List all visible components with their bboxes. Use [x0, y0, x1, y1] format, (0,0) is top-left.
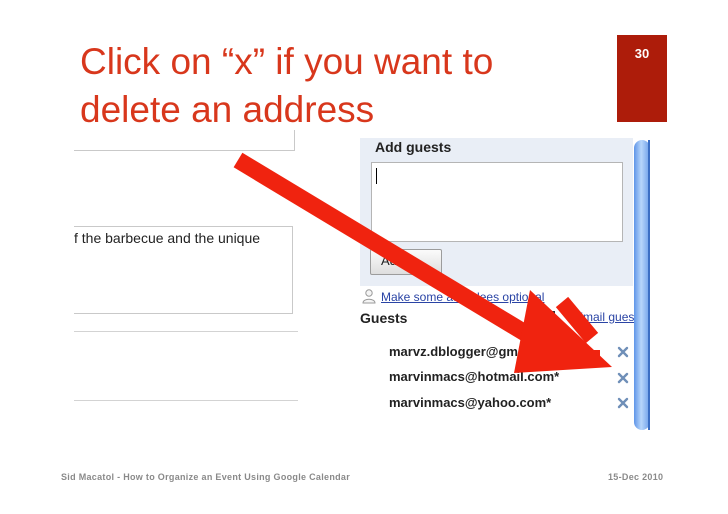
footer-left: Sid Macatol - How to Organize an Event U… — [61, 472, 351, 482]
description-text: f the barbecue and the unique — [74, 230, 261, 246]
event-field-top[interactable] — [74, 130, 295, 151]
add-guest-button-label: Add — [381, 253, 405, 268]
remove-guest-icon[interactable] — [617, 372, 629, 384]
text-caret — [376, 168, 377, 184]
add-guests-label: Add guests — [375, 139, 452, 155]
guest-email: marvinmacs@hotmail.com* — [389, 369, 560, 384]
add-guests-input[interactable] — [371, 162, 623, 242]
envelope-icon[interactable] — [539, 311, 555, 323]
divider — [74, 400, 298, 401]
guests-heading: Guests — [360, 310, 408, 326]
slide-title-line-2: delete an address — [80, 89, 375, 130]
person-icon — [362, 289, 376, 304]
remove-guest-icon[interactable] — [617, 397, 629, 409]
page-number: 30 — [634, 46, 650, 61]
guest-email: marvinmacs@yahoo.com* — [389, 395, 552, 410]
divider — [74, 331, 298, 332]
guest-email: marvz.dblogger@gmail.com — [389, 344, 563, 359]
footer-date: 15-Dec 2010 — [608, 472, 664, 482]
slide-title: Click on “x” if you want to delete an ad… — [80, 38, 600, 134]
scrollbar-edge — [648, 140, 650, 430]
remove-guest-icon[interactable] — [617, 346, 629, 358]
make-optional-link[interactable]: Make some attendees optional — [381, 290, 544, 304]
slide-title-line-1: Click on “x” if you want to — [80, 41, 494, 82]
